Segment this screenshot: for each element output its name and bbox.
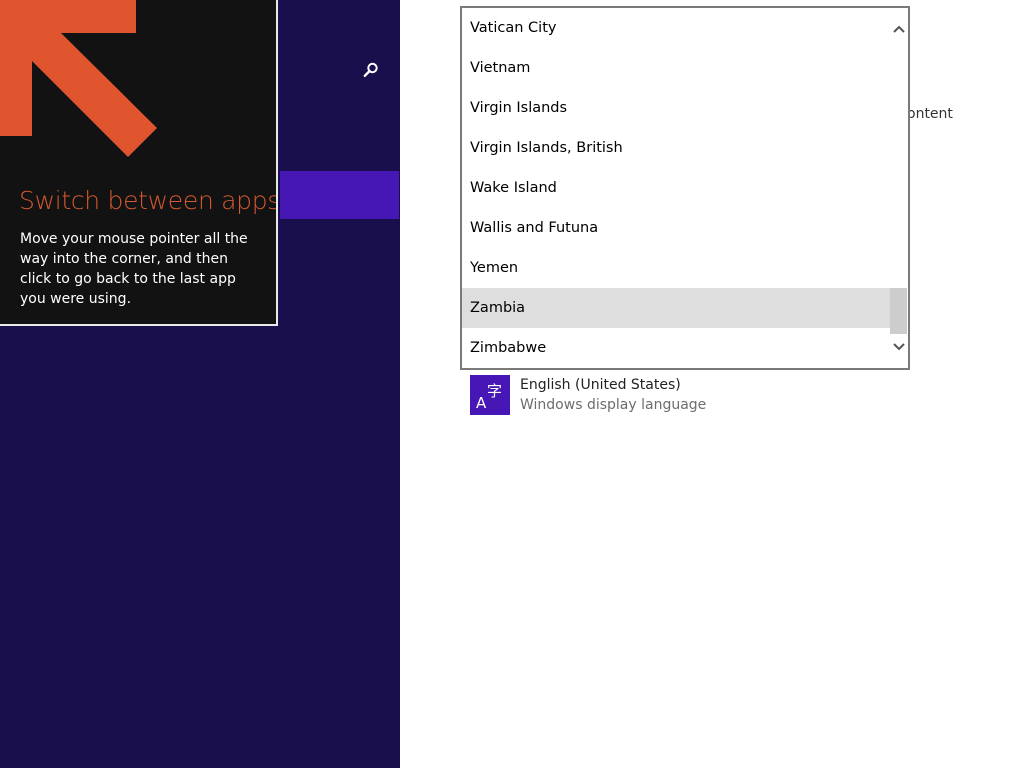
country-list: Vatican City Vietnam Virgin Islands Virg… <box>462 8 890 368</box>
list-item[interactable]: Vatican City <box>462 8 890 48</box>
language-item-english[interactable]: A 字 English (United States) Windows disp… <box>470 375 770 417</box>
tip-body: Move your mouse pointer all the way into… <box>20 231 248 307</box>
selected-nav-item[interactable] <box>280 171 399 219</box>
chevron-up-icon[interactable] <box>890 20 908 38</box>
list-item[interactable]: Wake Island <box>462 168 890 208</box>
dropdown-scrollbar[interactable] <box>890 8 908 368</box>
language-name: English (United States) <box>520 377 681 393</box>
switch-apps-tip: Switch between apps Move your mouse poin… <box>0 0 278 326</box>
list-item[interactable]: Wallis and Futuna <box>462 208 890 248</box>
search-icon[interactable] <box>361 60 381 80</box>
language-icon: A 字 <box>470 375 510 415</box>
tip-title: Switch between apps <box>19 186 278 215</box>
list-item[interactable]: Virgin Islands <box>462 88 890 128</box>
chevron-down-icon[interactable] <box>890 338 908 356</box>
list-item[interactable]: Virgin Islands, British <box>462 128 890 168</box>
language-subtitle: Windows display language <box>520 397 707 413</box>
list-item[interactable]: Yemen <box>462 248 890 288</box>
svg-text:A: A <box>476 394 487 412</box>
svg-text:字: 字 <box>487 382 502 400</box>
list-item-selected[interactable]: Zambia <box>462 288 890 328</box>
country-dropdown[interactable]: Vatican City Vietnam Virgin Islands Virg… <box>460 6 910 370</box>
list-item[interactable]: Zimbabwe <box>462 328 890 368</box>
list-item[interactable]: Vietnam <box>462 48 890 88</box>
arrow-up-left-icon <box>0 0 157 157</box>
partial-content-label: ontent <box>907 106 953 122</box>
scrollbar-thumb[interactable] <box>890 288 907 334</box>
